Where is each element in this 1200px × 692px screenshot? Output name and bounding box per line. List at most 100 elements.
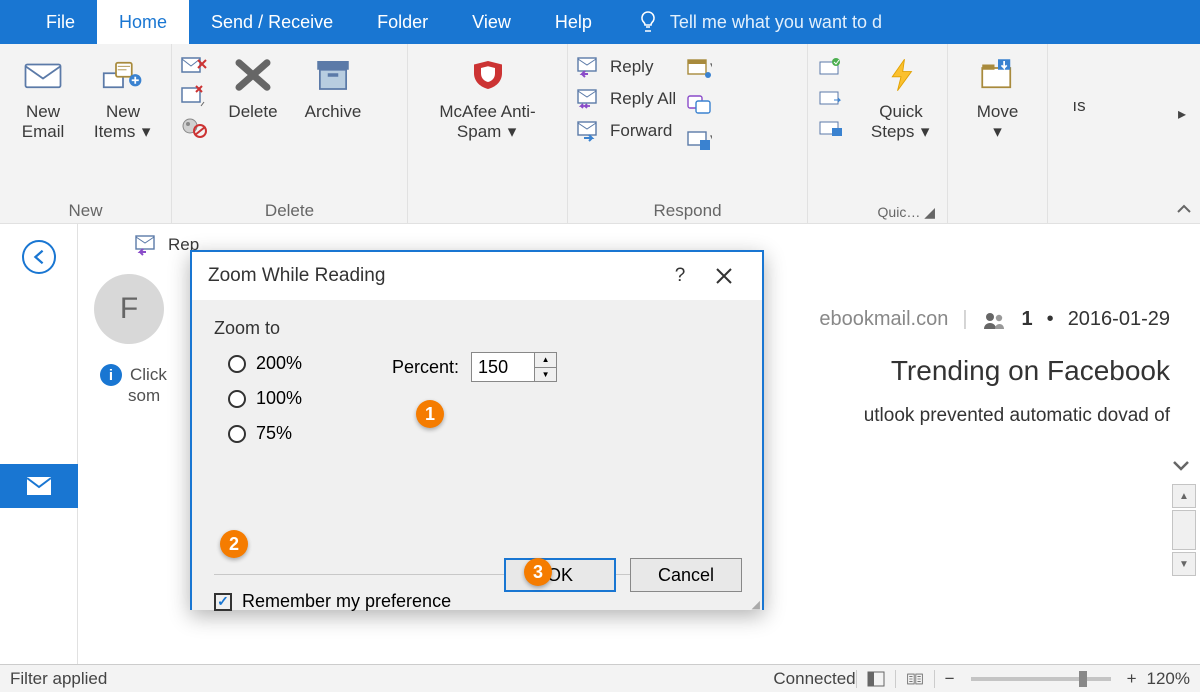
- tab-home[interactable]: Home: [97, 0, 189, 44]
- spinner-up-button[interactable]: ▲: [535, 353, 556, 368]
- zoom-200-label: 200%: [256, 353, 302, 374]
- zoom-100-radio[interactable]: 100%: [228, 388, 740, 409]
- chevron-down-icon: [1170, 454, 1192, 476]
- ok-button[interactable]: OK: [504, 558, 616, 592]
- reply-label: Reply: [610, 57, 653, 77]
- mail-icon: [25, 475, 53, 497]
- zoom-75-radio[interactable]: 75%: [228, 423, 740, 444]
- scroll-thumb[interactable]: [1172, 510, 1196, 550]
- lightning-icon: [880, 54, 922, 96]
- delete-label: Delete: [228, 102, 277, 122]
- new-items-label: New Items ▾: [94, 102, 152, 143]
- arrow-left-icon: [30, 248, 48, 266]
- quick-steps-button[interactable]: Quick Steps ▾: [866, 50, 936, 143]
- group-respond-label: Respond: [576, 199, 799, 221]
- junk-icon[interactable]: [180, 114, 208, 138]
- scroll-down-button[interactable]: ▼: [1172, 552, 1196, 576]
- scroll-up-button[interactable]: ▲: [1172, 484, 1196, 508]
- mcafee-antispam-button[interactable]: McAfee Anti- Spam ▾: [418, 50, 558, 143]
- new-email-button[interactable]: New Email: [8, 50, 78, 143]
- tab-send-receive[interactable]: Send / Receive: [189, 0, 355, 44]
- dialog-resize-grip[interactable]: ◢: [752, 602, 760, 608]
- cleanup-icon[interactable]: [180, 84, 208, 108]
- lightbulb-icon: [636, 10, 660, 34]
- spinner-down-button[interactable]: ▼: [535, 368, 556, 382]
- left-rail: [0, 224, 78, 664]
- close-icon: [715, 267, 733, 285]
- callout-1: 1: [416, 400, 444, 428]
- zoom-slider[interactable]: [971, 677, 1111, 681]
- forward-button[interactable]: Forward: [576, 120, 676, 142]
- zoom-in-button[interactable]: +: [1117, 669, 1147, 689]
- dialog-title: Zoom While Reading: [208, 265, 385, 287]
- tab-view[interactable]: View: [450, 0, 533, 44]
- info-icon: i: [100, 364, 122, 386]
- chevron-down-icon: ▾: [506, 122, 518, 134]
- percent-input[interactable]: [472, 353, 534, 381]
- move-button[interactable]: Move▾: [963, 50, 1033, 143]
- zoom-slider-thumb[interactable]: [1079, 671, 1087, 687]
- info-text: Click: [130, 365, 167, 385]
- group-delete-label: Delete: [180, 199, 399, 221]
- remember-preference-checkbox[interactable]: ✓ Remember my preference: [214, 591, 740, 612]
- archive-button[interactable]: Archive: [298, 50, 368, 122]
- radio-icon: [228, 390, 246, 408]
- chevron-down-icon: ▾: [140, 122, 152, 134]
- tell-me-search[interactable]: Tell me what you want to d: [636, 10, 882, 34]
- book-icon: [906, 671, 924, 687]
- zoom-75-label: 75%: [256, 423, 292, 444]
- tags-button[interactable]: ıs: [1056, 50, 1102, 116]
- quickstep-1-icon[interactable]: [816, 56, 844, 80]
- new-items-icon: [102, 54, 144, 96]
- zoom-percent[interactable]: 120%: [1147, 669, 1190, 689]
- status-connected: Connected: [773, 669, 855, 689]
- expand-chevron[interactable]: [1170, 454, 1192, 481]
- im-reply-icon[interactable]: [686, 94, 712, 116]
- percent-spinner: ▲ ▼: [471, 352, 557, 382]
- ribbon-tab-bar: File Home Send / Receive Folder View Hel…: [0, 0, 1200, 44]
- reply-all-button[interactable]: Reply All: [576, 88, 676, 110]
- reply-all-label: Reply All: [610, 89, 676, 109]
- cancel-button[interactable]: Cancel: [630, 558, 742, 592]
- group-new-label: New: [8, 199, 163, 221]
- delete-x-icon: [232, 54, 274, 96]
- forward-label: Forward: [610, 121, 672, 141]
- mail-nav-button[interactable]: [0, 464, 78, 508]
- meeting-reply-icon[interactable]: ▾: [686, 58, 712, 80]
- group-quicksteps-label[interactable]: Quic… ◢: [816, 202, 939, 221]
- back-button[interactable]: [22, 240, 56, 274]
- chevron-down-icon: ▾: [919, 122, 931, 134]
- dialog-close-button[interactable]: [702, 256, 746, 296]
- delete-mini-column: [180, 50, 208, 138]
- message-subject: Trending on Facebook: [819, 355, 1170, 387]
- message-meta: ebookmail.con | 1 • 2016-01-29 Trending …: [819, 308, 1170, 427]
- ribbon-overflow-button[interactable]: ▸: [1178, 104, 1196, 122]
- move-folder-icon: [977, 54, 1019, 96]
- avatar-letter: F: [120, 292, 138, 326]
- more-respond-icon[interactable]: ▾: [686, 130, 712, 152]
- ignore-icon[interactable]: [180, 54, 208, 78]
- tell-me-label: Tell me what you want to d: [670, 12, 882, 33]
- zoom-out-button[interactable]: −: [935, 669, 965, 689]
- ribbon-collapse-button[interactable]: [1174, 199, 1194, 219]
- tags-label: ıs: [1072, 96, 1085, 116]
- tab-folder[interactable]: Folder: [355, 0, 450, 44]
- checkbox-icon: ✓: [214, 593, 232, 611]
- view-reading-button[interactable]: [857, 671, 895, 687]
- sender-avatar: F: [94, 274, 164, 344]
- people-icon: [982, 310, 1008, 330]
- new-items-button[interactable]: New Items ▾: [88, 50, 158, 143]
- reply-icon: [576, 56, 602, 78]
- delete-button[interactable]: Delete: [218, 50, 288, 122]
- quickstep-3-icon[interactable]: [816, 116, 844, 140]
- reply-icon: [134, 234, 160, 256]
- move-label: Move▾: [977, 102, 1019, 143]
- quickstep-2-icon[interactable]: [816, 86, 844, 110]
- view-normal-button[interactable]: [896, 671, 934, 687]
- tab-file[interactable]: File: [24, 0, 97, 44]
- reply-button[interactable]: Reply: [576, 56, 676, 78]
- tab-help[interactable]: Help: [533, 0, 614, 44]
- new-email-label: New Email: [22, 102, 65, 143]
- blocked-content-text: utlook prevented automatic dovad of: [819, 405, 1170, 427]
- dialog-help-button[interactable]: ?: [658, 256, 702, 296]
